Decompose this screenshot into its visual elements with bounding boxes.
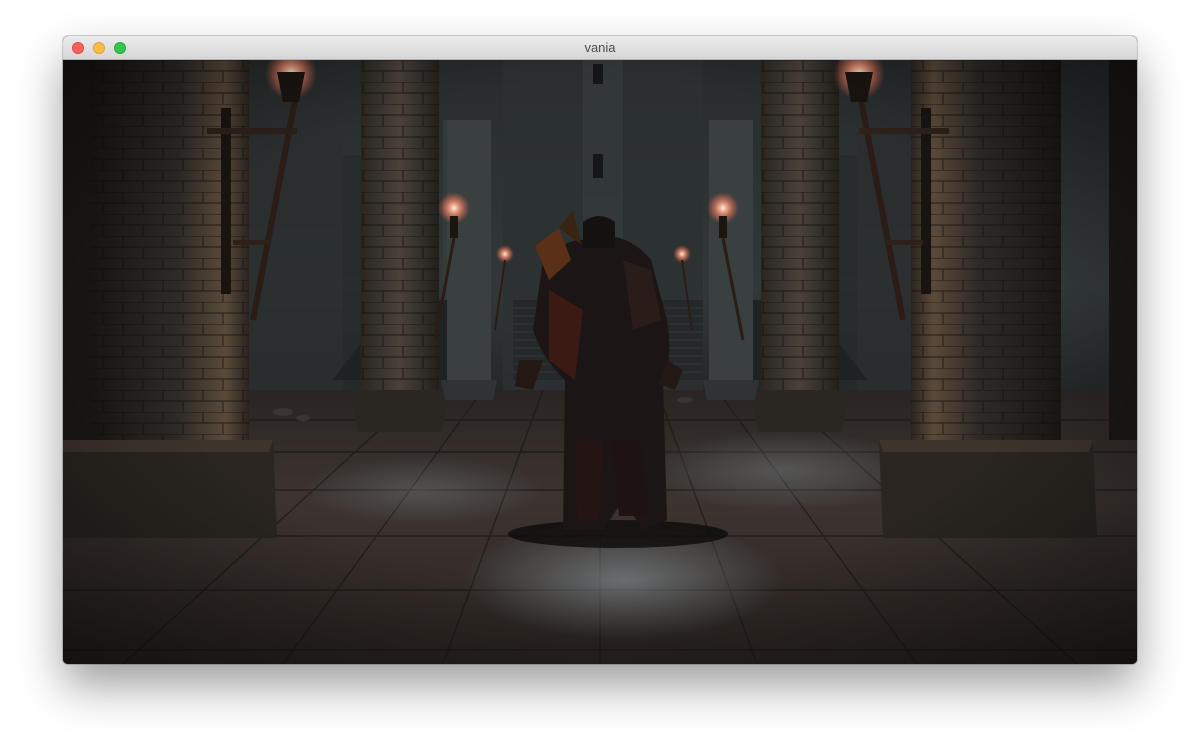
window-title: vania [584, 40, 616, 55]
vignette [63, 60, 1137, 664]
game-viewport[interactable] [63, 60, 1137, 664]
game-scene [63, 60, 1137, 664]
app-window: vania [63, 36, 1137, 664]
title-bar[interactable]: vania [63, 36, 1137, 60]
